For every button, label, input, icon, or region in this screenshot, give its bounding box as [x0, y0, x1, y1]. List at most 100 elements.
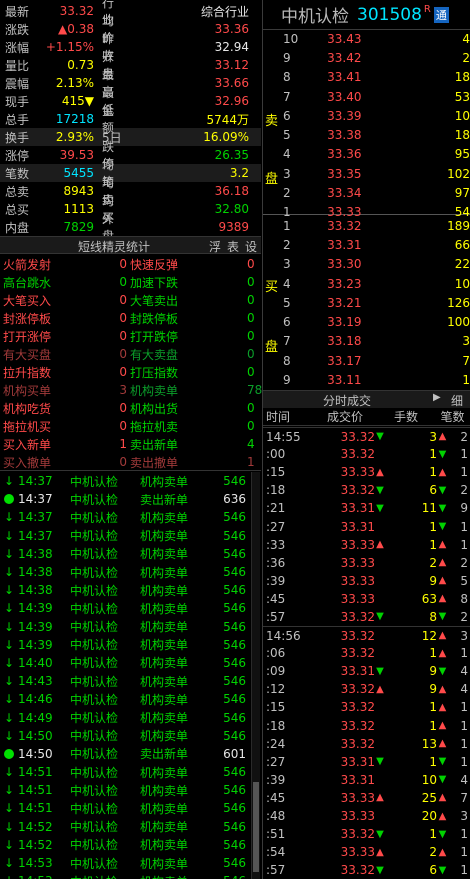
monitor-row[interactable]: ↓ 14:51 中机认检 机构卖单 546 [0, 781, 250, 799]
monitor-row[interactable]: ↓ 14:51 中机认检 机构卖单 546 [0, 763, 250, 781]
tick-row[interactable]: :27 33.31 1 ▼ 1 [263, 517, 470, 535]
monitor-row[interactable]: ↓14:53中机认检机构卖单546 [0, 854, 250, 872]
sprite-label[interactable]: 高台跳水 [0, 274, 117, 291]
monitor-row[interactable]: 14:37 中机认检 卖出新单 636 [0, 490, 250, 508]
monitor-row[interactable]: ↓ 14:39 中机认检 机构卖单 546 [0, 599, 250, 617]
detail-button[interactable]: 细 [451, 392, 463, 409]
monitor-row[interactable]: ↓ 14:37 中机认检 机构卖单 546 [0, 527, 250, 545]
monitor-row[interactable]: ↓ 14:46 中机认检 机构卖单 546 [0, 690, 250, 708]
tick-row[interactable]: :12 33.32 ▲ 9 ▲ 4 [263, 680, 470, 698]
monitor-row[interactable]: ↓ 14:38 中机认检 机构卖单 546 [0, 581, 250, 599]
monitor-row[interactable]: ↓ 14:50 中机认检 机构卖单 546 [0, 727, 250, 745]
sprite-label[interactable]: 机构出货 [127, 400, 247, 417]
monitor-row[interactable]: ↓ 14:38 中机认检 机构卖单 546 [0, 545, 250, 563]
sprite-label[interactable]: 加速下跌 [127, 274, 247, 291]
book-row[interactable]: 3 33.35 102 [280, 164, 470, 183]
sprite-label[interactable]: 打开涨停 [0, 328, 117, 345]
book-row[interactable]: 8 33.17 7 [280, 351, 470, 370]
sprite-label[interactable]: 大笔买入 [0, 292, 117, 309]
tick-row[interactable]: :21 33.31 ▼ 11 ▼ 9 [263, 499, 470, 517]
tick-row[interactable]: :45 33.33 ▲ 25 ▲ 7 [263, 789, 470, 807]
sprite-label[interactable]: 卖出新单 [127, 436, 247, 453]
monitor-row[interactable]: ↓ 14:40 中机认检 机构卖单 546 [0, 654, 250, 672]
sprite-label[interactable]: 封涨停板 [0, 310, 117, 327]
book-row[interactable]: 2 33.31 66 [280, 235, 470, 254]
sprite-label[interactable]: 机构吃货 [0, 400, 117, 417]
sprite-tab[interactable]: 浮 [209, 238, 221, 255]
up-arrow-icon: ▲ [438, 539, 447, 551]
tick-row[interactable]: :00 33.32 1 ▼ 1 [263, 445, 470, 463]
monitor-row[interactable]: ↓ 14:52 中机认检 机构卖单 546 [0, 836, 250, 854]
sprite-label[interactable]: 有大买盘 [0, 346, 117, 363]
tick-row[interactable]: :39 33.33 9 ▲ 5 [263, 572, 470, 590]
tick-row[interactable]: :15 33.33 ▲ 1 ▲ 1 [263, 463, 470, 481]
tick-row[interactable]: :45 33.33 63 ▲ 8 [263, 590, 470, 608]
monitor-row[interactable]: ↓14:53中机认检机构卖单546 [0, 872, 250, 879]
monitor-row[interactable]: 14:50 中机认检 卖出新单 601 [0, 745, 250, 763]
monitor-row[interactable]: ↓ 14:37 中机认检 机构卖单 546 [0, 508, 250, 526]
book-row[interactable]: 3 33.30 22 [280, 255, 470, 274]
book-row[interactable]: 5 33.38 18 [280, 125, 470, 144]
tick-row[interactable]: :39 33.31 10 ▼ 4 [263, 771, 470, 789]
tick-row[interactable]: :57 33.32 ▼ 6 ▼ 1 [263, 861, 470, 879]
book-row[interactable]: 10 33.43 4 [280, 29, 470, 48]
book-row[interactable]: 7 33.18 3 [280, 332, 470, 351]
monitor-row[interactable]: ↓ 14:37 中机认检 机构卖单 546 [0, 472, 250, 490]
tick-row[interactable]: :27 33.31 ▼ 1 ▼ 1 [263, 753, 470, 771]
book-row[interactable]: 7 33.40 53 [280, 87, 470, 106]
sprite-label[interactable]: 火箭发射 [0, 256, 117, 273]
book-row[interactable]: 9 33.42 2 [280, 48, 470, 67]
sprite-label[interactable]: 机构卖单 [127, 382, 247, 399]
play-icon[interactable]: ▶ [433, 392, 441, 403]
sprite-label[interactable]: 有大卖盘 [127, 346, 247, 363]
book-row[interactable]: 1 33.32 189 [280, 216, 470, 235]
tick-row[interactable]: :51 33.32 ▼ 1 ▼ 1 [263, 825, 470, 843]
monitor-row[interactable]: ↓ 14:39 中机认检 机构卖单 546 [0, 636, 250, 654]
sprite-label[interactable]: 打压指数 [127, 364, 247, 381]
tick-row[interactable]: :54 33.33 ▲ 2 ▲ 1 [263, 843, 470, 861]
badge-tong[interactable]: 通 [433, 6, 449, 23]
sprite-tab[interactable]: 表 [227, 238, 239, 255]
tick-row[interactable]: :36 33.33 2 ▲ 2 [263, 554, 470, 572]
sprite-label[interactable]: 买入撤单 [0, 454, 117, 471]
tick-row[interactable]: :24 33.32 13 ▲ 1 [263, 735, 470, 753]
tick-row[interactable]: :18 33.32 1 ▲ 1 [263, 717, 470, 735]
book-row[interactable]: 8 33.41 18 [280, 68, 470, 87]
sprite-label[interactable]: 快速反弹 [127, 256, 247, 273]
monitor-row[interactable]: ↓ 14:39 中机认检 机构卖单 546 [0, 618, 250, 636]
tick-row[interactable]: 14:56 33.32 12 ▲ 3 [263, 626, 470, 644]
sprite-label[interactable]: 买入新单 [0, 436, 117, 453]
tick-row[interactable]: 14:55 33.32 ▼ 3 ▲ 2 [263, 427, 470, 445]
sprite-label[interactable]: 拉升指数 [0, 364, 117, 381]
sprite-tab[interactable]: 设 [245, 238, 257, 255]
monitor-row[interactable]: ↓ 14:38 中机认检 机构卖单 546 [0, 563, 250, 581]
sprite-label[interactable]: 封跌停板 [127, 310, 247, 327]
monitor-row[interactable]: ↓ 14:52 中机认检 机构卖单 546 [0, 818, 250, 836]
tick-row[interactable]: :09 33.31 ▼ 9 ▼ 4 [263, 662, 470, 680]
book-row[interactable]: 5 33.21 126 [280, 293, 470, 312]
book-row[interactable]: 9 33.11 1 [280, 370, 470, 389]
sprite-label[interactable]: 卖出撤单 [127, 454, 247, 471]
tick-row[interactable]: :57 33.32 ▼ 8 ▼ 2 [263, 608, 470, 626]
sprite-label[interactable]: 拖拉机卖 [127, 418, 247, 435]
book-row[interactable]: 2 33.34 97 [280, 183, 470, 202]
book-row[interactable]: 6 33.19 100 [280, 312, 470, 331]
tick-row[interactable]: :48 33.33 20 ▲ 3 [263, 807, 470, 825]
up-arrow-icon: ▲ [438, 738, 447, 750]
monitor-row[interactable]: ↓ 14:43 中机认检 机构卖单 546 [0, 672, 250, 690]
tick-row[interactable]: :06 33.32 1 ▲ 1 [263, 644, 470, 662]
monitor-scrollbar[interactable] [251, 472, 260, 879]
tick-row[interactable]: :18 33.32 ▼ 6 ▼ 2 [263, 481, 470, 499]
tick-row[interactable]: :33 33.33 ▲ 1 ▲ 1 [263, 536, 470, 554]
sprite-label[interactable]: 大笔卖出 [127, 292, 247, 309]
book-row[interactable]: 6 33.39 10 [280, 106, 470, 125]
monitor-row[interactable]: ↓ 14:51 中机认检 机构卖单 546 [0, 799, 250, 817]
sprite-label[interactable]: 打开跌停 [127, 328, 247, 345]
sprite-label[interactable]: 机构买单 [0, 382, 117, 399]
tick-row[interactable]: :15 33.32 1 ▲ 1 [263, 698, 470, 716]
book-row[interactable]: 4 33.23 10 [280, 274, 470, 293]
sprite-title: 短线精灵统计 [78, 240, 151, 254]
monitor-row[interactable]: ↓ 14:49 中机认检 机构卖单 546 [0, 708, 250, 726]
book-row[interactable]: 4 33.36 95 [280, 145, 470, 164]
sprite-label[interactable]: 拖拉机买 [0, 418, 117, 435]
